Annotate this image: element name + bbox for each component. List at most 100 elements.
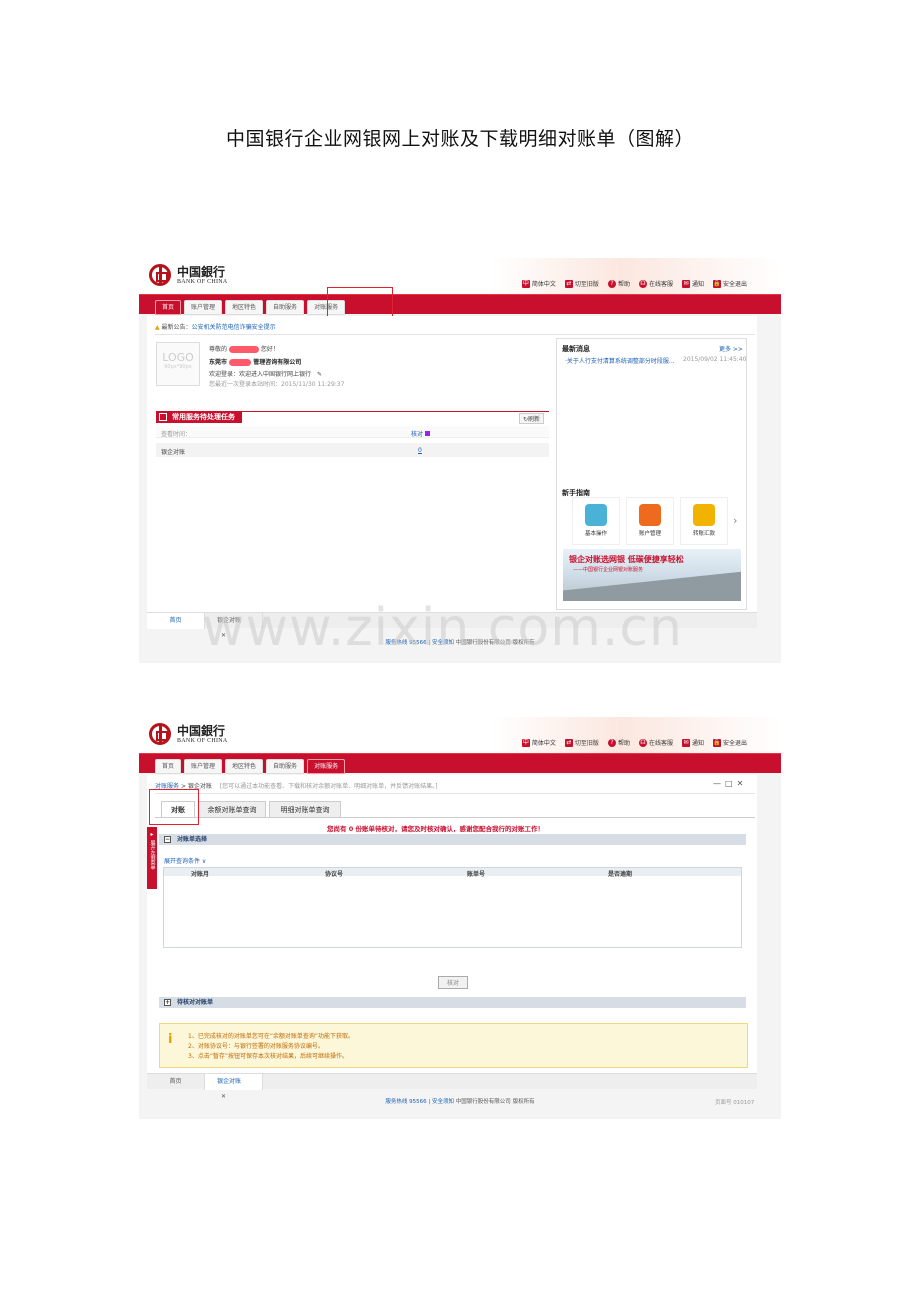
tab-self-service[interactable]: 自助服务 [266, 300, 305, 315]
tab-home[interactable]: 首页 [155, 759, 182, 774]
news-item[interactable]: ·关于人行支付清算系统调整部分时段服... [565, 356, 675, 365]
mail-icon: ✉ [681, 279, 690, 288]
welcome-line: 欢迎登录：欢迎进入中国银行网上银行 ✎ [209, 371, 322, 378]
greeting: 尊敬的 您好！ [209, 346, 279, 353]
tasks-col-time: 查看时间： [161, 431, 192, 438]
warning-icon: ▲ [155, 324, 160, 331]
header-bar-2: 中国銀行 BANK OF CHINA 中简体中文 ⇄ 切至旧版 ? 帮助 ☊ 在线客服… [139, 717, 781, 753]
verify-button[interactable]: 核对 [438, 976, 469, 989]
bottom-tab-home[interactable]: 首页 [147, 1074, 205, 1090]
refresh-button[interactable]: ↻刷新 [519, 413, 545, 424]
bank-of-china-emblem-icon [149, 723, 171, 745]
tip-1: 1、已完成核对的对账单您可在“余额对账单查询”功能下获取。 [188, 1033, 355, 1040]
col-agreement-no: 协议号 [325, 871, 344, 878]
info-icon: i [168, 1032, 173, 1047]
minimize-icon[interactable]: — [713, 779, 725, 788]
company-name: 东莞市 管理咨询有限公司 [209, 359, 302, 366]
guide-account[interactable]: 账户管理 [626, 497, 674, 545]
header-tools: 中简体中文 ⇄ 切至旧版 ? 帮助 ☊ 在线客服 ✉ 通知 🔒 安全退出 [521, 279, 747, 288]
old-version-button[interactable]: ⇄ 切至旧版 [564, 738, 599, 747]
maximize-icon[interactable]: □ [725, 779, 737, 788]
notice-link[interactable]: 公安机关防范电信诈骗安全提示 [192, 324, 276, 331]
language-icon: 中 [521, 738, 530, 747]
tip-2: 2、对账协议号：与银行签署的对账服务协议编号。 [188, 1043, 324, 1050]
tab-home[interactable]: 首页 [155, 300, 182, 315]
header-tools-2: 中简体中文 ⇄ 切至旧版 ? 帮助 ☊ 在线客服 ✉ 通知 🔒 安全退出 [521, 738, 747, 747]
notice-button[interactable]: ✉ 通知 [681, 738, 704, 747]
screenshot-reconciliation: 中国銀行 BANK OF CHINA 中简体中文 ⇄ 切至旧版 ? 帮助 ☊ 在线客服… [139, 717, 781, 1119]
notice-button[interactable]: ✉ 通知 [681, 279, 704, 288]
online-service-button[interactable]: ☊ 在线客服 [638, 738, 673, 747]
bank-of-china-emblem-icon [149, 264, 171, 286]
switch-icon: ⇄ [564, 279, 573, 288]
expand-query-link[interactable]: 展开查询条件 ∨ [164, 856, 206, 865]
news-more[interactable]: 更多 >> [719, 344, 743, 353]
logo-placeholder: LOGO 90px*90px [156, 342, 200, 386]
bank-logo-2: 中国銀行 BANK OF CHINA [149, 723, 228, 745]
help-button[interactable]: ? 帮助 [607, 279, 630, 288]
tab-region[interactable]: 地区特色 [225, 300, 264, 315]
brand-cn: 中国銀行 [177, 264, 226, 279]
banner-main: 银企对账选网银 低碳便捷享轻松 [569, 555, 684, 564]
tips-box: i 1、已完成核对的对账单您可在“余额对账单查询”功能下获取。 2、对账协议号：… [159, 1023, 748, 1068]
collapse-icon[interactable]: − [164, 836, 171, 843]
old-version-button[interactable]: ⇄ 切至旧版 [564, 279, 599, 288]
expand-icon[interactable]: + [164, 999, 171, 1006]
tab-region[interactable]: 地区特色 [225, 759, 264, 774]
close-icon[interactable]: ✕ [737, 779, 748, 788]
window-controls: —□✕ [713, 779, 747, 788]
tab-balance-statement[interactable]: 余额对账单查询 [198, 801, 266, 818]
bottom-tab-reconciliation[interactable]: 银企对账 ✕ [205, 1074, 263, 1100]
main-nav: 首页 账户管理 地区特色 自助服务 对账服务 [139, 294, 781, 315]
basic-operation-icon [585, 504, 607, 526]
last-login: 您最近一次登录本站时间：2015/11/30 11:29:37 [209, 381, 345, 388]
transfer-icon [693, 504, 715, 526]
col-overdue: 是否逾期 [608, 871, 633, 878]
guide-transfer[interactable]: 转账汇款 [680, 497, 728, 545]
mail-icon: ✉ [681, 738, 690, 747]
tab-self-service[interactable]: 自助服务 [266, 759, 305, 774]
lock-icon: 🔒 [712, 279, 721, 288]
edit-icon[interactable]: ✎ [317, 371, 322, 378]
tasks-col-verify: 核对 [411, 429, 430, 438]
redacted-company [229, 359, 252, 366]
highlight-reconcile-tab [149, 789, 199, 825]
tasks-title: 常用服务待处理任务 [156, 411, 242, 423]
main-nav-2: 首页 账户管理 地区特色 自助服务 对账服务 [139, 753, 781, 774]
col-statement-no: 账单号 [467, 871, 486, 878]
expand-left-menu[interactable]: ▸ 展开左侧菜单 [147, 827, 157, 889]
tab-reconciliation[interactable]: 对账服务 [307, 759, 346, 774]
section-statement-select: − 对账单选择 [159, 834, 746, 845]
promo-banner[interactable]: 银企对账选网银 低碳便捷享轻松 ——中国银行企业网银对账服务 [563, 549, 741, 601]
help-button[interactable]: ? 帮助 [607, 738, 630, 747]
task-row-count[interactable]: 0 [418, 447, 422, 454]
header-bar: 中国銀行 BANK OF CHINA 中简体中文 ⇄ 切至旧版 ? 帮助 ☊ 在线客服… [139, 258, 781, 294]
news-title: 最新消息 [562, 345, 590, 353]
logout-button[interactable]: 🔒 安全退出 [712, 738, 747, 747]
language-icon: 中 [521, 279, 530, 288]
help-icon: ? [607, 279, 616, 288]
tab-detail-statement[interactable]: 明细对账单查询 [269, 801, 341, 818]
pending-alert: 您尚有 0 份账单待核对，请您及时核对确认，感谢您配合我行的对账工作！ [327, 825, 545, 833]
tab-account[interactable]: 账户管理 [184, 300, 223, 315]
next-arrow-icon[interactable]: › [733, 514, 737, 527]
tab-account[interactable]: 账户管理 [184, 759, 223, 774]
headset-icon: ☊ [638, 738, 647, 747]
tip-3: 3、点击“暂存”按钮可保存本次核对结果，后续可继续操作。 [188, 1053, 349, 1060]
task-icon [159, 413, 167, 421]
reconciliation-window: 对账服务 > 银企对账 [您可以通过本功能查看、下载和核对余额对账单、明细对账单… [147, 775, 757, 1073]
col-month: 对账月 [191, 871, 210, 878]
language-button[interactable]: 中简体中文 [521, 279, 556, 288]
page-number: 页面号 010107 [715, 1100, 755, 1106]
help-icon: ? [607, 738, 616, 747]
guide-basic[interactable]: 基本操作 [572, 497, 620, 545]
switch-icon: ⇄ [564, 738, 573, 747]
account-management-icon [639, 504, 661, 526]
statement-table-head [164, 868, 741, 876]
language-button[interactable]: 中简体中文 [521, 738, 556, 747]
task-row-name: 银企对账 [161, 449, 186, 456]
bank-logo: 中国銀行 BANK OF CHINA [149, 264, 228, 286]
logout-button[interactable]: 🔒 安全退出 [712, 279, 747, 288]
bottom-tab-home[interactable]: 首页 [147, 613, 205, 629]
online-service-button[interactable]: ☊ 在线客服 [638, 279, 673, 288]
